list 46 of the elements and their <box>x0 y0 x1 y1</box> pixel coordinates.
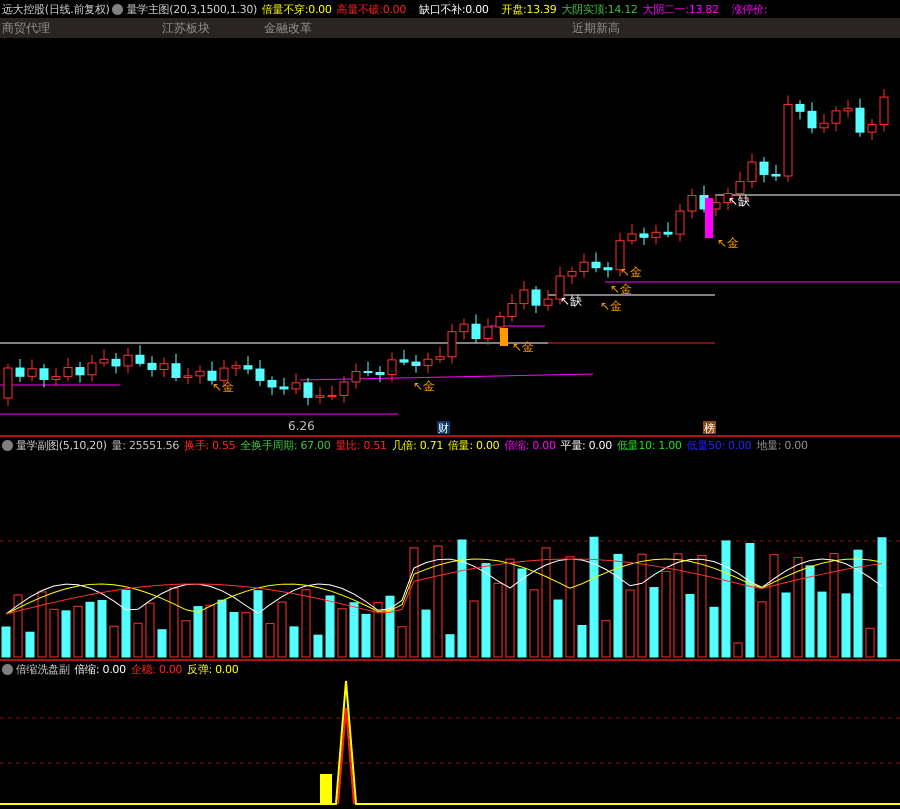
dropdown-icon[interactable] <box>2 664 13 675</box>
indicator-value: 低量50: 0.00 <box>686 438 752 453</box>
indicator-name: 量学副图(5,10,20) <box>16 438 107 453</box>
chart-marker-label: ↖金 <box>413 379 436 393</box>
indicator-value: 几倍: 0.71 <box>392 438 444 453</box>
indicator-value: 倍量不穿:0.00 <box>262 2 332 16</box>
rank-badge[interactable]: 榜 <box>703 421 716 435</box>
sector-tag[interactable]: 江苏板块 <box>162 20 210 36</box>
indicator-value: 量: 25551.56 <box>112 438 180 453</box>
indicator-value: 换手: 0.55 <box>184 438 236 453</box>
indicator-value: 全换手周期: 67.00 <box>240 438 330 453</box>
chart-marker-label: ↖金 <box>610 282 632 296</box>
indicator-value: 开盘:13.39 <box>502 2 556 16</box>
dropdown-icon[interactable] <box>2 440 13 451</box>
indicator-value: 高量不破:0.00 <box>336 2 406 16</box>
sector-tag[interactable]: 近期新高 <box>572 20 620 36</box>
indicator-name: 倍缩洗盘副 <box>16 662 70 677</box>
indicator-name: 量学主图(20,3,1500,1.30) <box>126 2 258 16</box>
indicator-value: 低量10: 1.00 <box>616 438 682 453</box>
indicator-value: 反弹: 0.00 <box>187 662 238 677</box>
dropdown-icon[interactable] <box>112 4 124 14</box>
chart-marker-label: 6.26 <box>288 419 315 433</box>
indicator-value: 大阴二一:13.82 <box>642 2 719 16</box>
chart-marker-label: ↖缺 <box>728 194 750 208</box>
sector-tag[interactable]: 商贸代理 <box>2 20 50 36</box>
indicator-value: 倍缩: 0.00 <box>504 438 556 453</box>
indicator-value: 平量: 0.00 <box>560 438 612 453</box>
indicator-value: 缺口不补:0.00 <box>419 2 489 16</box>
chart-marker-label: ↖金 <box>620 265 642 279</box>
indicator-value: 涨停价: <box>732 2 768 16</box>
chart-marker-label: ↖金 <box>717 236 740 250</box>
chart-marker-label: ↖缺 <box>560 294 582 308</box>
highlighted-candle <box>705 198 713 238</box>
indicator-value: 企稳: 0.00 <box>130 662 182 677</box>
chart-marker-label: ↖金 <box>212 380 234 394</box>
sector-tag[interactable]: 金融改革 <box>264 20 312 36</box>
indicator-value: 倍缩: 0.00 <box>74 662 126 677</box>
indicator-value: 量比: 0.51 <box>335 438 387 453</box>
indicator-value: 倍量: 0.00 <box>448 438 500 453</box>
chart-marker-label: ↖金 <box>600 299 622 313</box>
indicator-value: 地量: 0.00 <box>756 438 808 453</box>
stock-title: 远大控股(日线.前复权) <box>2 2 110 16</box>
chart-marker-label: ↖金 <box>512 340 534 354</box>
highlighted-candle <box>500 328 508 346</box>
indicator-value: 大阴实顶:14.12 <box>561 2 638 16</box>
news-badge[interactable]: 财 <box>437 421 450 435</box>
